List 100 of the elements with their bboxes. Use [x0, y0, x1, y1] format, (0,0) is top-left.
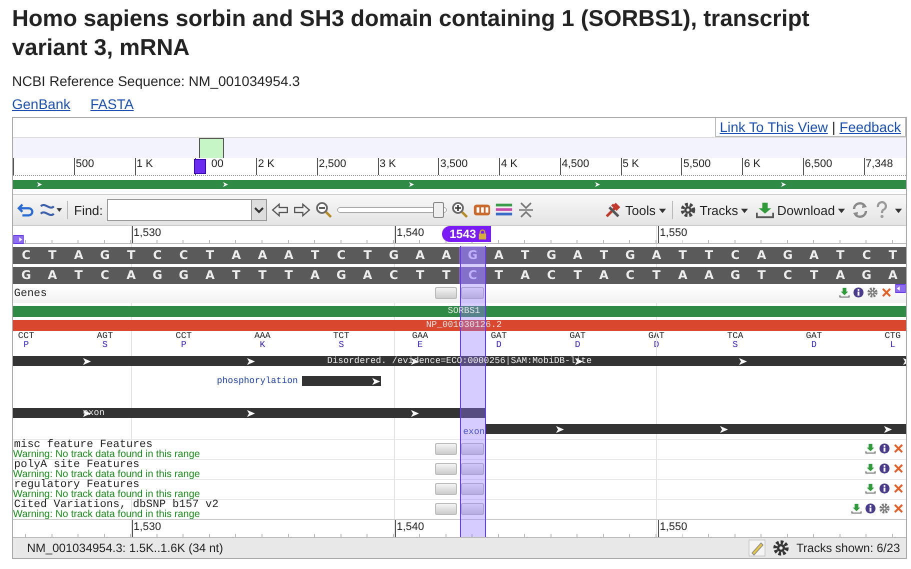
ruler-label: 3,500: [439, 158, 468, 170]
track-name: polyA site Features: [14, 460, 140, 470]
ruler-label: 1,550: [658, 226, 688, 243]
download-icon: [756, 201, 774, 219]
nucleotide: A: [808, 247, 820, 264]
nucleotide: A: [73, 247, 84, 264]
info-icon[interactable]: [865, 503, 876, 514]
ruler-label: 1,540: [394, 226, 424, 243]
nucleotide: T: [257, 267, 268, 284]
download-icon[interactable]: [865, 463, 876, 474]
amino-acid-label: D: [574, 341, 580, 350]
download-icon[interactable]: [851, 503, 862, 514]
ruler-label: 1,530: [132, 226, 162, 243]
settings-icon[interactable]: [772, 539, 790, 557]
format-link[interactable]: GenBank: [12, 95, 70, 113]
back-arrow-icon[interactable]: [270, 201, 289, 219]
info-icon[interactable]: [853, 287, 864, 298]
download-menu-button[interactable]: Download: [754, 201, 847, 219]
dropdown-caret-icon[interactable]: [250, 200, 266, 220]
feedback-link[interactable]: Feedback: [840, 118, 901, 136]
nucleotide: A: [834, 267, 846, 284]
nucleotide: A: [520, 267, 531, 284]
feature-label: exon: [463, 426, 485, 438]
slider-thumb[interactable]: [432, 202, 444, 218]
nucleotide: G: [20, 267, 32, 284]
tracks-menu-button[interactable]: Tracks: [676, 201, 750, 219]
flip-strands-icon[interactable]: [39, 201, 63, 219]
amino-acid-label: P: [181, 341, 186, 350]
ruler-label: 5 K: [622, 158, 640, 170]
nucleotide: A: [887, 267, 898, 284]
tools-menu-button[interactable]: Tools: [602, 201, 668, 219]
ruler-label: 7,348: [864, 158, 894, 170]
nucleotide: A: [650, 247, 662, 264]
caret-icon: [658, 206, 666, 214]
settings-icon[interactable]: [879, 503, 890, 514]
ruler-label: 5,500: [682, 158, 711, 170]
info-icon[interactable]: [879, 483, 890, 494]
download-icon[interactable]: [865, 443, 876, 454]
nucleotide: G: [729, 267, 742, 284]
nucleotide: T: [520, 247, 530, 264]
info-icon[interactable]: [879, 443, 890, 454]
page-title: Homo sapiens sorbin and SH3 domain containing 1 (SORBS1), transcript variant 3, mRNA: [12, 4, 810, 62]
nucleotide: A: [493, 247, 505, 264]
ruler-label: 00: [210, 158, 224, 170]
caret-icon[interactable]: [895, 206, 902, 214]
codon-label: CTG: [884, 332, 901, 341]
codon-label: AAA: [254, 332, 271, 341]
nucleotide: G: [459, 247, 486, 264]
close-icon[interactable]: [893, 463, 904, 474]
view-window-box[interactable]: [198, 138, 224, 158]
info-icon[interactable]: [879, 463, 890, 474]
close-icon[interactable]: [893, 483, 904, 494]
link-to-view-link[interactable]: Link To This View: [720, 118, 828, 136]
nucleotide: T: [651, 267, 662, 284]
nucleotide: C: [178, 247, 190, 264]
track-name: Genes: [13, 288, 48, 300]
track-warning: Warning: No track data found in this range: [13, 470, 200, 479]
position-marker[interactable]: 1543: [442, 226, 492, 242]
nucleotide: G: [624, 247, 636, 264]
track-warning: Warning: No track data found in this range: [13, 510, 200, 519]
nucleotide: A: [440, 247, 452, 264]
nucleotide: T: [598, 247, 610, 264]
collapse-icon[interactable]: [516, 201, 535, 219]
site-feature-bar[interactable]: [302, 376, 381, 386]
format-link[interactable]: FASTA: [90, 95, 134, 113]
amino-acid-label: L: [890, 341, 896, 350]
codon-label: GAA: [412, 332, 428, 341]
amino-acid-label: D: [811, 341, 817, 350]
nucleotide: C: [388, 267, 400, 284]
close-icon[interactable]: [881, 287, 892, 298]
nucleotide: A: [703, 267, 715, 284]
nucleotide: T: [284, 267, 294, 284]
forward-arrow-icon[interactable]: [292, 201, 311, 219]
download-icon[interactable]: [839, 287, 850, 298]
nucleotide: C: [782, 267, 794, 284]
zoom-out-icon[interactable]: [314, 201, 333, 219]
refresh-icon[interactable]: [851, 201, 869, 219]
nucleotide: C: [861, 247, 872, 264]
nucleotide: T: [494, 267, 504, 284]
location-text: NM_001034954.3: 1.5K..1.6K (34 nt): [27, 541, 224, 555]
amino-acid-label: S: [732, 341, 738, 350]
zoom-in-icon[interactable]: [450, 201, 469, 219]
ruler-label: 2,500: [318, 158, 346, 170]
nucleotide: T: [835, 247, 846, 264]
nucleotide: C: [459, 267, 486, 284]
nucleotide: A: [309, 267, 321, 284]
nucleotide: T: [362, 247, 373, 264]
download-icon[interactable]: [865, 483, 876, 494]
find-field[interactable]: [106, 199, 267, 221]
nucleotide: T: [704, 247, 714, 264]
ruler-label: 2 K: [257, 158, 275, 170]
position-marker-icon[interactable]: [194, 159, 206, 174]
close-icon[interactable]: [893, 503, 904, 514]
codon-label: AGT: [96, 332, 114, 341]
undo-icon[interactable]: [17, 201, 35, 219]
lock-icon: [478, 228, 488, 240]
pencil-icon[interactable]: [748, 539, 766, 557]
tools-icon: [604, 201, 622, 219]
nucleotide: T: [47, 247, 58, 264]
close-icon[interactable]: [893, 443, 904, 454]
